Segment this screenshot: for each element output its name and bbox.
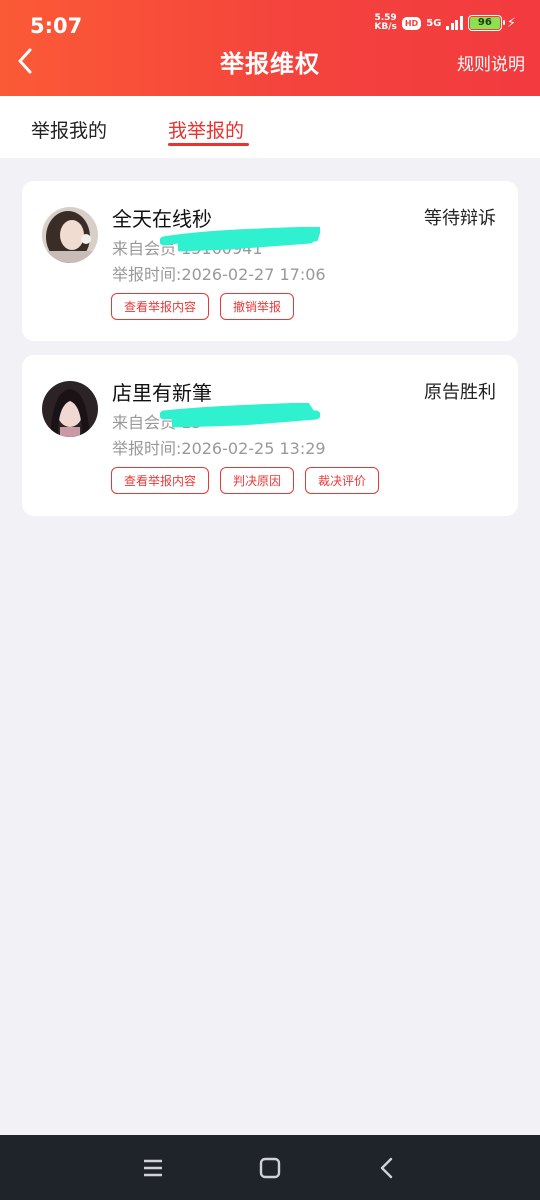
- report-card: 全天在线秒 等待辩诉 来自会员 15160941 举报时间:2026-02-27…: [22, 181, 518, 341]
- member-id: 来自会员 15160941: [112, 239, 263, 258]
- tab-reported-me[interactable]: 举报我的: [31, 116, 107, 143]
- judgment-reason-button[interactable]: 判决原因: [220, 467, 295, 494]
- report-time: 举报时间:2026-02-27 17:06: [112, 265, 326, 284]
- report-status: 等待辩诉: [424, 208, 496, 229]
- charging-icon: ⚡: [506, 15, 516, 31]
- ruling-review-button[interactable]: 裁决评价: [305, 467, 380, 494]
- system-back-button[interactable]: [374, 1155, 400, 1181]
- hd-icon: HD: [401, 16, 422, 30]
- system-menu-button[interactable]: [140, 1155, 166, 1181]
- active-tab-indicator: [168, 143, 249, 146]
- system-nav-bar: [0, 1135, 540, 1200]
- network-type: 5G: [426, 17, 442, 29]
- avatar[interactable]: [42, 207, 98, 263]
- header-bar: 5:07 5.59 KB/s HD 5G 96 ⚡ 举报维权 规则说明: [0, 0, 540, 96]
- reported-user-name: 店里有新筆: [112, 381, 212, 405]
- system-home-button[interactable]: [257, 1155, 283, 1181]
- network-speed: 5.59 KB/s: [374, 14, 396, 32]
- battery-icon: 96: [467, 15, 505, 31]
- view-report-button[interactable]: 查看举报内容: [111, 293, 210, 320]
- rules-link[interactable]: 规则说明: [457, 50, 525, 75]
- report-card: 店里有新筆 原告胜利 来自会员 13 举报时间:2026-02-25 13:29…: [22, 355, 518, 516]
- member-id: 来自会员 13: [112, 413, 202, 432]
- action-row: 查看举报内容 撤销举报: [111, 293, 295, 320]
- menu-icon: [144, 1159, 162, 1177]
- status-time: 5:07: [30, 14, 83, 38]
- avatar[interactable]: [42, 381, 98, 437]
- tab-my-reports[interactable]: 我举报的: [168, 116, 244, 143]
- view-report-button[interactable]: 查看举报内容: [111, 467, 210, 494]
- action-row: 查看举报内容 判决原因 裁决评价: [111, 467, 380, 494]
- user-photo-icon: [42, 381, 98, 437]
- home-square-icon: [259, 1157, 281, 1179]
- tab-bar: 举报我的 我举报的: [0, 96, 540, 158]
- back-chevron-icon: [380, 1157, 393, 1179]
- network-speed-unit: KB/s: [374, 22, 397, 32]
- cancel-report-button[interactable]: 撤销举报: [220, 293, 295, 320]
- user-photo-icon: [42, 207, 98, 263]
- report-status: 原告胜利: [424, 382, 496, 403]
- battery-level: 96: [469, 17, 500, 29]
- signal-icon: [446, 16, 463, 30]
- reported-user-name: 全天在线秒: [112, 207, 212, 231]
- status-icons: 5.59 KB/s HD 5G 96 ⚡: [374, 14, 516, 32]
- report-time: 举报时间:2026-02-25 13:29: [112, 439, 326, 458]
